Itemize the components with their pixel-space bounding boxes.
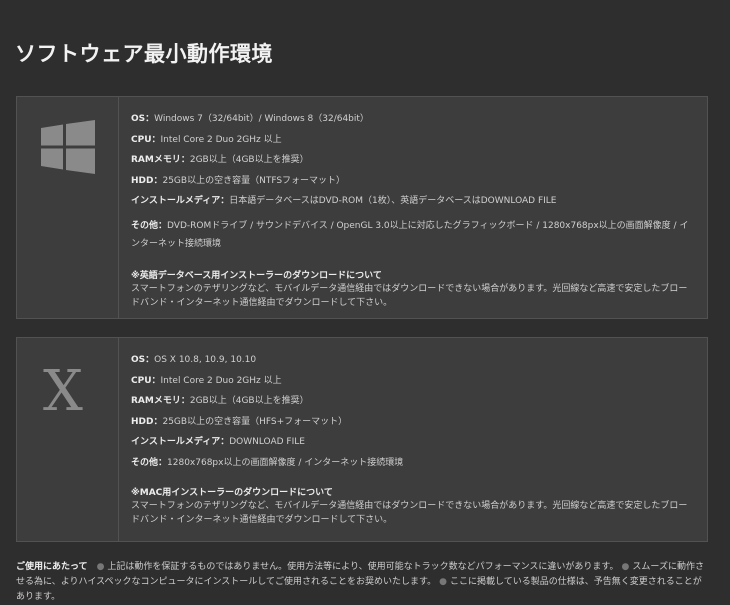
spec-key: その他： <box>131 220 168 231</box>
usage-notes: ご使用にあたって ● 上記は動作を保証するものではありません。使用方法等により、使用… <box>16 560 710 605</box>
windows-spec-panel: OS：Windows 7（32/64bit）/ Windows 8（32/64b… <box>16 96 708 319</box>
spec-hdd: HDD：25GB以上の空き容量（HFS+フォーマット） <box>131 417 695 438</box>
spec-value: Windows 7（32/64bit）/ Windows 8（32/64bit） <box>154 114 369 124</box>
os-x-logo-icon: X <box>43 359 83 424</box>
spec-cpu: CPU：Intel Core 2 Duo 2GHz 以上 <box>131 376 695 397</box>
spec-value: OS X 10.8, 10.9, 10.10 <box>154 355 257 365</box>
spec-value: 25GB以上の空き容量（NTFSフォーマット） <box>162 175 346 186</box>
mac-logo-cell: X <box>17 338 119 541</box>
note-title: ※英語データベース用インストーラーのダウンロードについて <box>131 270 382 281</box>
spec-value: Intel Core 2 Duo 2GHz 以上 <box>160 375 282 386</box>
mac-spec-panel: X OS：OS X 10.8, 10.9, 10.10 CPU：Intel Co… <box>16 337 708 542</box>
spec-ram: RAMメモリ：2GB以上（4GB以上を推奨） <box>131 155 695 176</box>
bullet-icon: ● <box>439 577 447 587</box>
note-body: スマートフォンのテザリングなど、モバイルデータ通信経由ではダウンロードできない場… <box>131 501 688 525</box>
spec-other: その他：DVD-ROMドライブ / サウンドデバイス / OpenGL 3.0以… <box>131 217 695 253</box>
usage-notes-heading: ご使用にあたって <box>16 562 88 572</box>
spec-key: インストールメディア： <box>131 437 230 447</box>
spec-hdd: HDD：25GB以上の空き容量（NTFSフォーマット） <box>131 176 695 197</box>
spec-value: DVD-ROMドライブ / サウンドデバイス / OpenGL 3.0以上に対応… <box>131 220 689 249</box>
page-title: ソフトウェア最小動作環境 <box>15 42 273 66</box>
windows-spec-list: OS：Windows 7（32/64bit）/ Windows 8（32/64b… <box>119 97 707 318</box>
spec-key: その他： <box>131 457 168 468</box>
spec-value: 日本語データベースはDVD-ROM（1枚）、英語データベースはDOWNLOAD … <box>229 196 557 206</box>
bullet-icon: ● <box>621 562 630 572</box>
note-body: スマートフォンのテザリングなど、モバイルデータ通信経由ではダウンロードできない場… <box>131 283 688 308</box>
spec-key: CPU： <box>131 134 161 145</box>
spec-key: HDD： <box>131 175 163 186</box>
spec-value: 2GB以上（4GB以上を推奨） <box>189 396 309 406</box>
spec-key: RAMメモリ： <box>131 155 190 165</box>
spec-os: OS：OS X 10.8, 10.9, 10.10 <box>131 355 695 376</box>
spec-other: その他：1280x768px以上の画面解像度 / インターネット接続環境 <box>131 458 695 479</box>
spec-ram: RAMメモリ：2GB以上（4GB以上を推奨） <box>131 396 695 417</box>
spec-install-media: インストールメディア：日本語データベースはDVD-ROM（1枚）、英語データベー… <box>131 196 695 217</box>
spec-key: インストールメディア： <box>131 196 230 206</box>
windows-logo-cell <box>17 97 119 318</box>
spec-os: OS：Windows 7（32/64bit）/ Windows 8（32/64b… <box>131 114 695 135</box>
spec-value: DOWNLOAD FILE <box>229 437 305 447</box>
spec-cpu: CPU：Intel Core 2 Duo 2GHz 以上 <box>131 135 695 156</box>
download-note: ※英語データベース用インストーラーのダウンロードについて スマートフォンのテザリ… <box>131 271 695 310</box>
spec-value: Intel Core 2 Duo 2GHz 以上 <box>160 134 282 145</box>
spec-key: CPU： <box>131 375 161 386</box>
spec-key: OS： <box>131 114 155 124</box>
download-note: ※MAC用インストーラーのダウンロードについて スマートフォンのテザリングなど、… <box>131 488 695 527</box>
windows-logo-icon <box>41 120 95 174</box>
usage-note-item: 上記は動作を保証するものではありません。使用方法等により、使用可能なトラック数な… <box>107 562 619 572</box>
bullet-icon: ● <box>96 562 105 572</box>
note-title: ※MAC用インストーラーのダウンロードについて <box>131 488 333 498</box>
spec-value: 1280x768px以上の画面解像度 / インターネット接続環境 <box>167 457 404 468</box>
spec-install-media: インストールメディア：DOWNLOAD FILE <box>131 437 695 458</box>
mac-spec-list: OS：OS X 10.8, 10.9, 10.10 CPU：Intel Core… <box>119 338 707 541</box>
spec-value: 25GB以上の空き容量（HFS+フォーマット） <box>162 416 348 427</box>
spec-key: OS： <box>131 355 155 365</box>
spec-value: 2GB以上（4GB以上を推奨） <box>189 155 309 165</box>
spec-key: HDD： <box>131 416 163 427</box>
spec-key: RAMメモリ： <box>131 396 190 406</box>
